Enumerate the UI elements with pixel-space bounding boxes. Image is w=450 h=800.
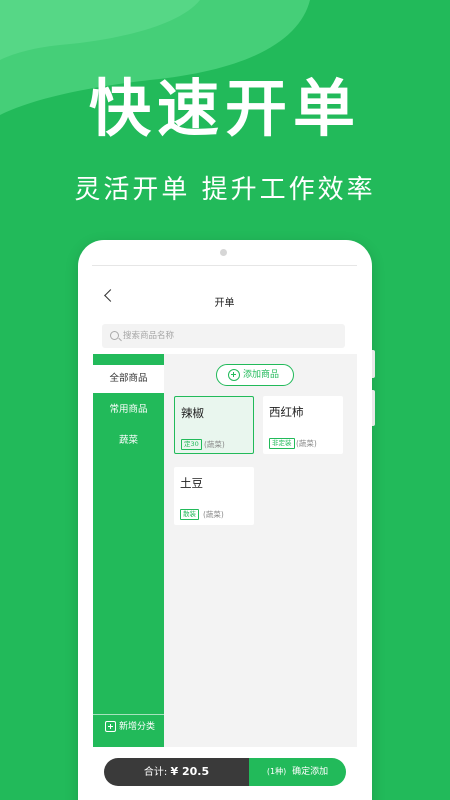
product-card-potato[interactable]: 土豆 散装 (蔬菜) bbox=[174, 467, 254, 525]
add-product-button[interactable]: 添加商品 bbox=[216, 364, 294, 386]
total-display: 合计: ¥ 20.5 bbox=[104, 758, 249, 786]
search-bar[interactable] bbox=[102, 324, 345, 348]
product-category: (蔬菜) bbox=[296, 439, 317, 448]
plus-box-icon bbox=[105, 721, 116, 732]
add-category-label: 新增分类 bbox=[119, 722, 156, 732]
product-tag: 定30 bbox=[181, 439, 202, 450]
product-card-tomato[interactable]: 西红柿 非定装 (蔬菜) bbox=[263, 396, 343, 454]
search-icon bbox=[110, 331, 119, 340]
app-screen: 开单 全部商品 常用商品 蔬菜 新增分类 添加商品 辣椒 定30 (蔬菜) 西红… bbox=[92, 265, 357, 800]
nav-bar: 开单 bbox=[92, 266, 357, 321]
product-tag: 散装 bbox=[180, 509, 199, 520]
side-button bbox=[372, 350, 375, 378]
product-name: 土豆 bbox=[180, 476, 203, 490]
total-label: 合计: bbox=[143, 767, 168, 778]
product-list: 添加商品 辣椒 定30 (蔬菜) 西红柿 非定装 (蔬菜) 土豆 散装 (蔬菜) bbox=[164, 354, 357, 747]
sidebar-item-vegetables[interactable]: 蔬菜 bbox=[93, 427, 164, 455]
product-category: (蔬菜) bbox=[203, 510, 224, 519]
product-category: (蔬菜) bbox=[204, 440, 225, 449]
add-category-button[interactable]: 新增分类 bbox=[93, 714, 164, 740]
product-tag: 非定装 bbox=[269, 438, 295, 449]
add-product-label: 添加商品 bbox=[243, 370, 280, 380]
sidebar-item-frequent[interactable]: 常用商品 bbox=[93, 396, 164, 424]
confirm-add-button[interactable]: (1种) 确定添加 bbox=[249, 758, 346, 786]
checkout-bar: 合计: ¥ 20.5 (1种) 确定添加 bbox=[104, 758, 346, 786]
product-name: 西红柿 bbox=[269, 405, 304, 419]
confirm-label: 确定添加 bbox=[292, 767, 329, 777]
hero-title: 快速开单 bbox=[88, 72, 361, 145]
search-input[interactable] bbox=[123, 324, 338, 348]
product-card-chili[interactable]: 辣椒 定30 (蔬菜) bbox=[174, 396, 254, 454]
category-sidebar: 全部商品 常用商品 蔬菜 新增分类 bbox=[93, 354, 164, 747]
side-button bbox=[372, 390, 375, 426]
total-amount: ¥ 20.5 bbox=[170, 765, 210, 778]
page-title: 开单 bbox=[214, 298, 235, 309]
hero-subtitle: 灵活开单 提升工作效率 bbox=[74, 175, 376, 205]
camera-dot bbox=[220, 249, 227, 256]
plus-circle-icon bbox=[228, 369, 240, 381]
sidebar-item-all[interactable]: 全部商品 bbox=[93, 365, 164, 393]
product-name: 辣椒 bbox=[181, 406, 204, 420]
confirm-count: (1种) bbox=[266, 767, 287, 776]
